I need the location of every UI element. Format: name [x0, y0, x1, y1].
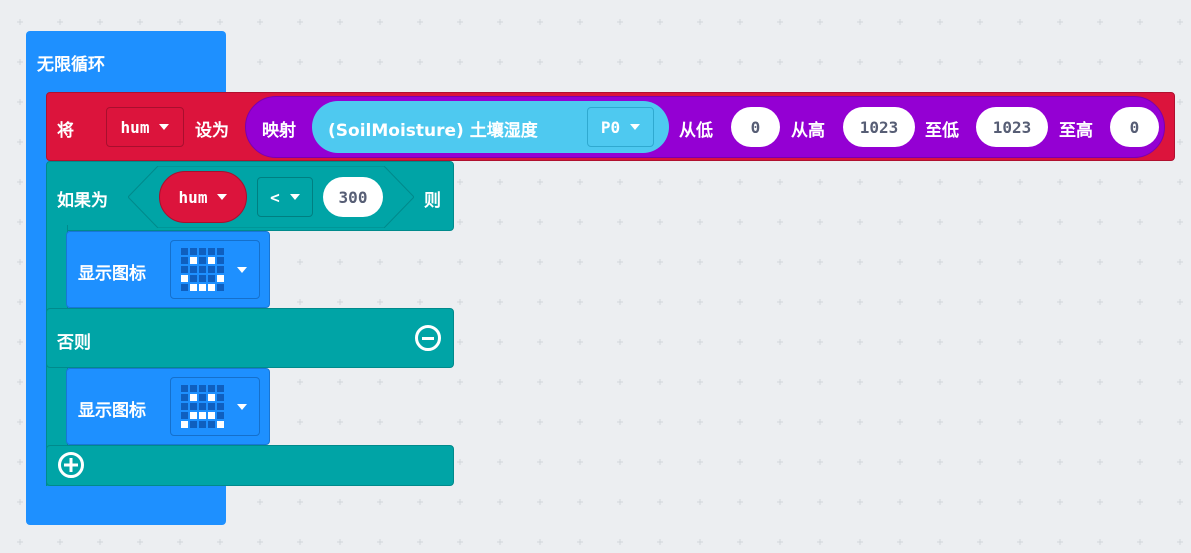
led-cell — [181, 385, 188, 392]
led-cell — [181, 257, 188, 264]
led-cell — [199, 412, 206, 419]
plus-circle-icon[interactable] — [58, 452, 84, 478]
from-low-input[interactable]: 0 — [731, 107, 780, 147]
led-cell — [217, 266, 224, 273]
from-low-label: 从低 — [679, 121, 713, 141]
led-cell — [181, 248, 188, 255]
dropdown-caret-icon — [237, 267, 247, 273]
set-variable-dropdown[interactable]: hum — [106, 107, 184, 147]
set-variable-name: hum — [120, 117, 150, 137]
led-cell — [181, 403, 188, 410]
led-cell — [208, 385, 215, 392]
led-cell — [190, 257, 197, 264]
led-cell — [208, 266, 215, 273]
led-cell — [199, 385, 206, 392]
sad-icon — [181, 385, 226, 430]
led-cell — [181, 284, 188, 291]
led-cell — [190, 412, 197, 419]
soil-moisture-label: (SoilMoisture) 土壤湿度 — [328, 121, 538, 141]
show-icon-label-2: 显示图标 — [78, 401, 146, 421]
set-to-label: 设为 — [195, 121, 229, 141]
forever-label: 无限循环 — [37, 55, 105, 75]
map-label: 映射 — [262, 121, 296, 141]
led-cell — [208, 284, 215, 291]
led-cell — [208, 394, 215, 401]
led-cell — [190, 394, 197, 401]
to-high-input[interactable]: 0 — [1110, 107, 1159, 147]
led-cell — [199, 257, 206, 264]
led-cell — [208, 275, 215, 282]
if-block-footer[interactable] — [46, 445, 454, 486]
if-label: 如果为 — [57, 191, 108, 211]
dropdown-caret-icon — [289, 194, 300, 200]
led-cell — [199, 394, 206, 401]
led-cell — [217, 248, 224, 255]
led-cell — [208, 412, 215, 419]
operator-dropdown[interactable]: < — [257, 177, 313, 217]
pin-dropdown[interactable]: P0 — [587, 107, 654, 147]
set-prefix-label: 将 — [57, 121, 74, 141]
led-cell — [217, 403, 224, 410]
pin-value: P0 — [600, 117, 621, 137]
compare-variable-name: hum — [178, 187, 208, 207]
compare-value-input[interactable]: 300 — [323, 177, 383, 217]
from-high-label: 从高 — [791, 121, 825, 141]
led-cell — [217, 385, 224, 392]
operator-value: < — [270, 187, 280, 207]
led-cell — [199, 403, 206, 410]
to-low-label: 至低 — [925, 121, 959, 141]
smiley-icon — [181, 248, 226, 293]
led-cell — [181, 275, 188, 282]
from-high-input[interactable]: 1023 — [843, 107, 915, 147]
led-cell — [199, 266, 206, 273]
led-cell — [181, 421, 188, 428]
minus-circle-icon[interactable] — [415, 325, 441, 351]
led-cell — [199, 284, 206, 291]
led-cell — [208, 257, 215, 264]
compare-variable-dropdown[interactable]: hum — [159, 171, 247, 223]
led-cell — [217, 257, 224, 264]
dropdown-caret-icon — [237, 404, 247, 410]
led-cell — [208, 248, 215, 255]
led-cell — [190, 284, 197, 291]
led-cell — [217, 275, 224, 282]
led-cell — [190, 248, 197, 255]
to-high-label: 至高 — [1059, 121, 1093, 141]
led-cell — [217, 412, 224, 419]
led-cell — [217, 394, 224, 401]
dropdown-caret-icon — [217, 194, 228, 200]
led-cell — [190, 266, 197, 273]
show-icon-label-1: 显示图标 — [78, 264, 146, 284]
led-cell — [199, 275, 206, 282]
led-cell — [217, 284, 224, 291]
led-cell — [217, 421, 224, 428]
led-cell — [181, 394, 188, 401]
led-cell — [208, 403, 215, 410]
led-cell — [199, 421, 206, 428]
icon-picker-2[interactable] — [170, 377, 260, 436]
led-cell — [190, 275, 197, 282]
then-label: 则 — [424, 191, 441, 211]
led-cell — [199, 248, 206, 255]
dropdown-caret-icon — [630, 124, 641, 130]
led-cell — [190, 385, 197, 392]
led-cell — [208, 421, 215, 428]
led-cell — [181, 266, 188, 273]
led-cell — [190, 421, 197, 428]
icon-picker-1[interactable] — [170, 240, 260, 299]
to-low-input[interactable]: 1023 — [976, 107, 1048, 147]
else-section[interactable] — [46, 308, 454, 368]
led-cell — [181, 412, 188, 419]
led-cell — [190, 403, 197, 410]
else-label: 否则 — [57, 333, 91, 353]
dropdown-caret-icon — [159, 124, 170, 130]
